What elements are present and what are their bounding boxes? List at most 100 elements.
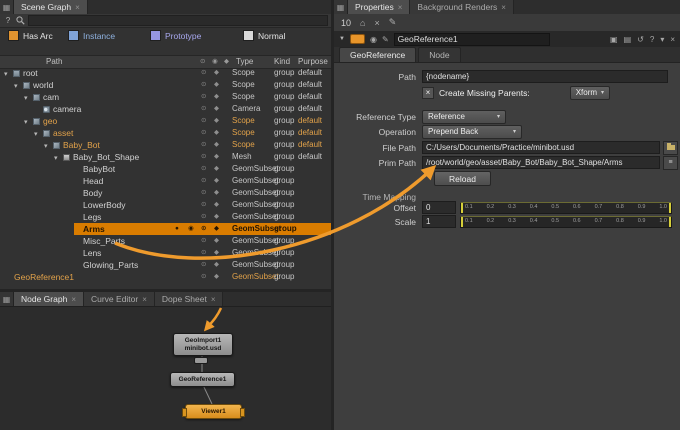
render-flag-icon[interactable]: ◆ — [214, 91, 219, 103]
render-flag-icon[interactable]: ◆ — [214, 259, 219, 271]
file-path-field[interactable] — [422, 141, 660, 154]
render-flag-icon[interactable]: ◆ — [214, 115, 219, 127]
offset-timeline[interactable]: 0.10.20.30.40.50.60.70.80.91.0 — [460, 202, 672, 214]
tree-row-camera[interactable]: camera⊙◆Cameragroupdefault — [0, 103, 331, 115]
visibility-icon[interactable]: ⊙ — [201, 163, 206, 175]
edit-icon[interactable]: ✎ — [389, 17, 397, 28]
node-graph-canvas[interactable]: GeoImport1 minibot.usd GeoReference1 Vie… — [0, 307, 331, 430]
visibility-icon[interactable]: ⊙ — [201, 175, 206, 187]
edit-pencil-icon[interactable]: ✎ — [382, 35, 389, 44]
tree-row-asset[interactable]: ▾asset⊙◆Scopegroupdefault — [0, 127, 331, 139]
offset-field[interactable] — [422, 201, 456, 214]
render-flag-icon[interactable]: ◆ — [214, 271, 219, 283]
render-flag-icon[interactable]: ◆ — [214, 211, 219, 223]
search-input[interactable] — [28, 15, 328, 26]
prim-path-field[interactable] — [422, 156, 660, 169]
render-flag-icon[interactable]: ◆ — [214, 175, 219, 187]
visibility-icon[interactable]: ⊙ — [201, 79, 206, 91]
range-start-marker[interactable] — [461, 203, 463, 213]
tree-row-root[interactable]: ▾root⊙◆Scopegroupdefault — [0, 67, 331, 79]
range-start-marker[interactable] — [461, 217, 463, 227]
visibility-icon[interactable]: ⊙ — [201, 247, 206, 259]
visibility-icon[interactable]: ⊙ — [201, 139, 206, 151]
render-flag-icon[interactable]: ◆ — [214, 199, 219, 211]
param-tab-georeference[interactable]: GeoReference — [339, 47, 416, 62]
close-icon[interactable]: × — [501, 3, 506, 12]
selected-eye-icon[interactable]: ◉ — [188, 223, 194, 235]
browse-folder-button[interactable] — [663, 141, 678, 155]
param-tab-node[interactable]: Node — [418, 47, 460, 62]
render-flag-icon[interactable]: ◆ — [214, 163, 219, 175]
reload-button[interactable]: Reload — [434, 171, 491, 186]
scale-field[interactable] — [422, 215, 456, 228]
node-name-field[interactable] — [394, 33, 550, 46]
range-end-marker[interactable] — [669, 203, 671, 213]
tab-dope-sheet[interactable]: Dope Sheet× — [155, 292, 224, 306]
selected-flag-icon[interactable]: ● — [175, 223, 179, 235]
visibility-icon[interactable]: ⊙ — [201, 67, 206, 79]
visibility-icon[interactable]: ⊙ — [201, 103, 206, 115]
tree-row-baby_bot[interactable]: ▾Baby_Bot⊙◆Scopegroupdefault — [0, 139, 331, 151]
close-icon[interactable]: × — [398, 3, 403, 12]
close-icon[interactable]: × — [211, 295, 216, 304]
node-color-tag[interactable] — [350, 34, 365, 44]
node-geoimport1[interactable]: GeoImport1 minibot.usd — [173, 333, 233, 356]
render-flag-icon[interactable]: ◆ — [214, 187, 219, 199]
render-flag-icon[interactable]: ◆ — [214, 67, 219, 79]
tab-properties[interactable]: Properties× — [348, 0, 410, 14]
path-field[interactable] — [422, 70, 668, 83]
pane-menu-icon[interactable]: ▦ — [334, 0, 348, 14]
close-icon[interactable]: × — [75, 3, 80, 12]
node-viewer1[interactable]: Viewer1 — [185, 404, 242, 419]
visibility-icon[interactable]: ⊙ — [201, 211, 206, 223]
parent-type-dropdown[interactable]: Xform ▾ — [570, 86, 610, 100]
visibility-icon[interactable]: ⊙ — [201, 187, 206, 199]
close-icon[interactable]: × — [142, 295, 147, 304]
collapse-triangle-icon[interactable]: ▼ — [339, 36, 345, 42]
tree-row-geo[interactable]: ▾geo⊙◆Scopegroupdefault — [0, 115, 331, 127]
render-flag-icon[interactable]: ◆ — [214, 223, 219, 235]
tree-row-lens[interactable]: Lens⊙◆GeomSubsetgroup — [0, 247, 331, 259]
tree-row-arms[interactable]: Arms●◉⊙◆GeomSubsetgroup — [0, 223, 331, 235]
tab-node-graph[interactable]: Node Graph× — [14, 292, 84, 306]
tree-row-world[interactable]: ▾world⊙◆Scopegroupdefault — [0, 79, 331, 91]
tree-row-glowing_parts[interactable]: Glowing_Parts⊙◆GeomSubsetgroup — [0, 259, 331, 271]
reset-icon[interactable]: ↺ — [637, 35, 644, 44]
visibility-icon[interactable]: ⊙ — [201, 115, 206, 127]
tree-row-legs[interactable]: Legs⊙◆GeomSubsetgroup — [0, 211, 331, 223]
visibility-icon[interactable]: ⊙ — [201, 199, 206, 211]
tree-row-lowerbody[interactable]: LowerBody⊙◆GeomSubsetgroup — [0, 199, 331, 211]
tree-row-head[interactable]: Head⊙◆GeomSubsetgroup — [0, 175, 331, 187]
clear-icon[interactable]: × — [374, 18, 379, 28]
home-icon[interactable]: ⌂ — [360, 18, 365, 28]
render-flag-icon[interactable]: ◆ — [214, 151, 219, 163]
layers-icon[interactable]: ▣ — [610, 35, 618, 44]
visibility-icon[interactable]: ⊙ — [201, 271, 206, 283]
visibility-icon[interactable]: ⊙ — [201, 235, 206, 247]
pane-menu-icon[interactable]: ▦ — [0, 292, 14, 306]
tree-row-baby_bot_shape[interactable]: ▾Baby_Bot_Shape⊙◆Meshgroupdefault — [0, 151, 331, 163]
reference-type-dropdown[interactable]: Reference ▾ — [422, 110, 506, 124]
render-flag-icon[interactable]: ◆ — [214, 139, 219, 151]
visibility-icon[interactable]: ⊙ — [201, 91, 206, 103]
visibility-icon[interactable]: ⊙ — [201, 223, 206, 235]
tree-row-misc_parts[interactable]: Misc_Parts⊙◆GeomSubsetgroup — [0, 235, 331, 247]
scale-timeline[interactable]: 0.10.20.30.40.50.60.70.80.91.0 — [460, 216, 672, 228]
close-icon[interactable]: × — [71, 295, 76, 304]
render-flag-icon[interactable]: ◆ — [214, 103, 219, 115]
help-icon[interactable]: ? — [650, 35, 654, 44]
help-icon[interactable]: ? — [3, 16, 13, 25]
panel-icon[interactable]: ▤ — [624, 35, 632, 44]
tab-curve-editor[interactable]: Curve Editor× — [84, 292, 155, 306]
view-eye-icon[interactable]: ◉ — [370, 35, 377, 44]
render-flag-icon[interactable]: ◆ — [214, 79, 219, 91]
close-icon[interactable]: × — [670, 35, 675, 44]
visibility-icon[interactable]: ⊙ — [201, 151, 206, 163]
tab-scene-graph[interactable]: Scene Graph× — [14, 0, 88, 14]
tree-row-cam[interactable]: ▾cam⊙◆Scopegroupdefault — [0, 91, 331, 103]
tree-row-body[interactable]: Body⊙◆GeomSubsetgroup — [0, 187, 331, 199]
pane-menu-icon[interactable]: ▦ — [0, 0, 14, 14]
visibility-icon[interactable]: ⊙ — [201, 127, 206, 139]
tab-background-renders[interactable]: Background Renders× — [410, 0, 514, 14]
range-end-marker[interactable] — [669, 217, 671, 227]
